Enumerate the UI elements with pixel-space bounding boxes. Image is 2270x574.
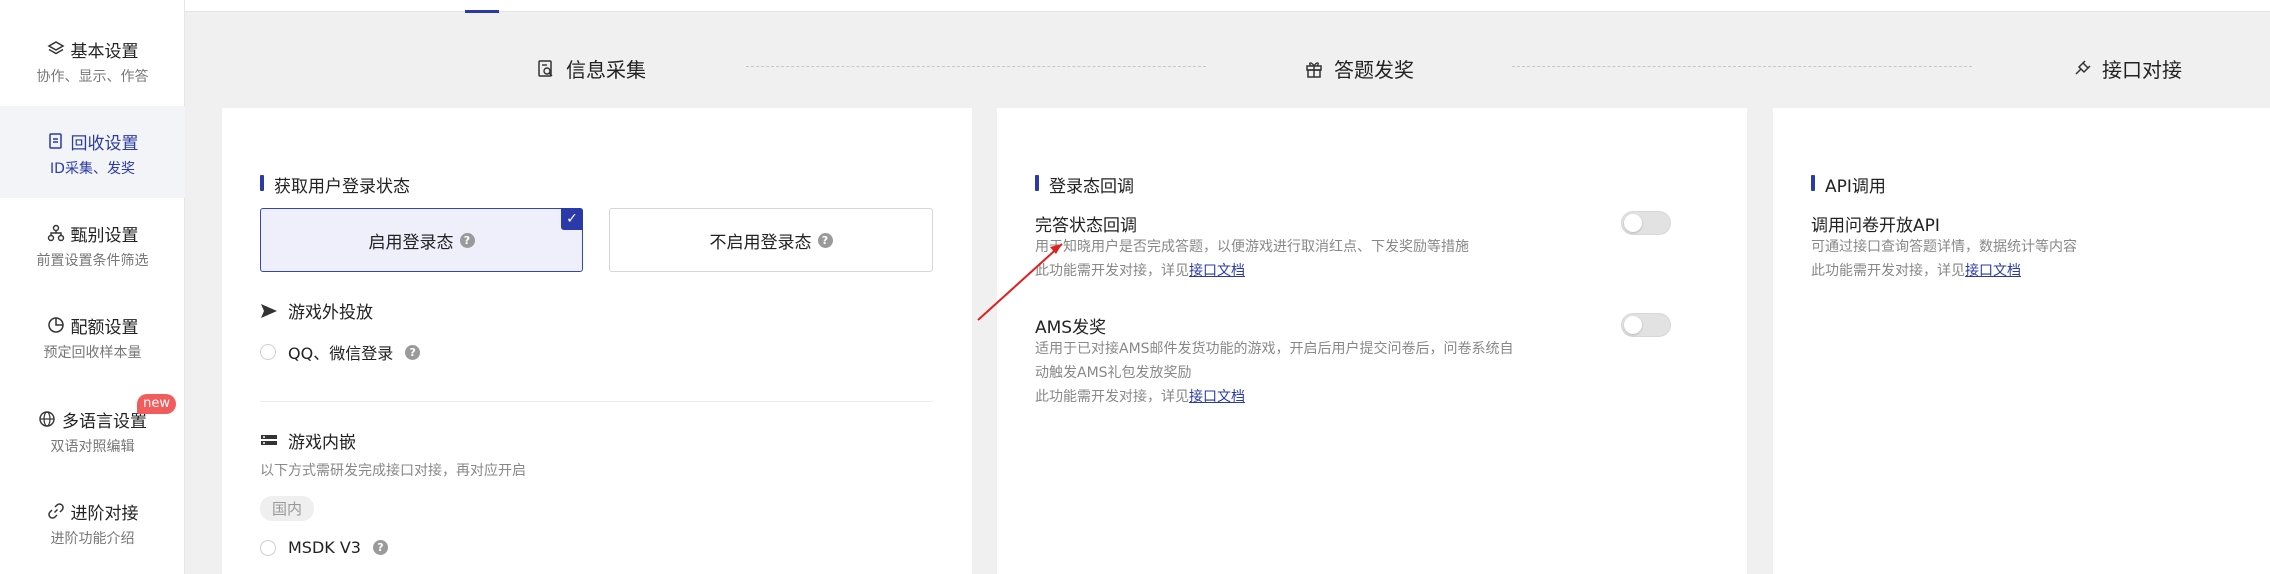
hierarchy-icon — [47, 224, 64, 242]
sidebar-item-label: 甄别设置 — [70, 225, 139, 246]
panel-api-integration: API调用 调用问卷开放API 可通过接口查询答题详情，数据统计等内容 此功能需… — [1773, 108, 2270, 574]
link-icon — [47, 503, 64, 519]
step-label: 答题发奖 — [1334, 58, 1414, 82]
help-icon[interactable]: ? — [817, 232, 833, 248]
send-icon — [261, 303, 277, 318]
item-description: 用于知晓用户是否完成答题，以便游戏进行取消红点、下发奖励等措施 — [1035, 239, 1469, 255]
radio-button[interactable] — [260, 344, 276, 360]
sidebar-item-sub: 预定回收样本量 — [43, 345, 142, 361]
help-icon[interactable]: ? — [459, 232, 475, 248]
region-tag: 国内 — [260, 496, 315, 521]
help-icon[interactable]: ? — [372, 540, 388, 555]
sidebar-item-sub: 双语对照编辑 — [50, 439, 135, 455]
sidebar-item-sub: 进阶功能介绍 — [50, 531, 135, 547]
sidebar-item-label: 基本设置 — [70, 41, 139, 62]
embed-note: 以下方式需研发完成接口对接，再对应开启 — [260, 463, 526, 479]
sidebar-item-basic[interactable]: 基本设置 协作、显示、作答 — [0, 0, 185, 90]
completion-callback-toggle[interactable] — [1621, 211, 1671, 235]
doc-search-icon — [538, 59, 553, 77]
section-title: 获取用户登录状态 — [260, 172, 410, 197]
item-description: 适用于已对接AMS邮件发货功能的游戏，开启后用户提交问卷后，问卷系统自 — [1035, 341, 1514, 357]
step-info-collection[interactable]: 信息采集 — [536, 54, 646, 83]
radio-label: MSDK V3 — [288, 538, 361, 557]
divider — [260, 401, 933, 402]
link-prefix: 此功能需开发对接，详见 — [1811, 263, 1965, 279]
step-answer-reward[interactable]: 答题发奖 — [1304, 54, 1414, 83]
layers-icon — [46, 41, 65, 55]
ams-reward-toggle[interactable] — [1621, 313, 1671, 337]
sidebar-item-label: 配额设置 — [70, 317, 139, 338]
disable-login-option[interactable]: 不启用登录态 ? — [609, 208, 933, 272]
item-link-line: 此功能需开发对接，详见接口文档 — [1035, 259, 1595, 283]
sidebar-item-collection[interactable]: 回收设置 ID采集、发奖 — [0, 106, 185, 198]
sidebar-item-sub: 协作、显示、作答 — [36, 69, 149, 85]
sidebar-item-sub: ID采集、发奖 — [50, 161, 135, 177]
msdk-v3-radio[interactable]: MSDK V3 ? — [260, 538, 388, 557]
api-doc-link[interactable]: 接口文档 — [1189, 389, 1245, 405]
server-icon — [261, 434, 277, 445]
radio-button[interactable] — [260, 539, 276, 556]
link-prefix: 此功能需开发对接，详见 — [1035, 389, 1189, 405]
panel-info-collection: 获取用户登录状态 启用登录态 ? ✓ 不启用登录态 ? 游戏外投放 QQ、微信登… — [222, 108, 972, 574]
item-link-line: 此功能需开发对接，详见接口文档 — [1811, 259, 2251, 283]
top-bar — [185, 0, 2270, 13]
section-title: API调用 — [1811, 172, 1886, 197]
document-icon — [48, 133, 62, 149]
ams-reward-desc: 适用于已对接AMS邮件发货功能的游戏，开启后用户提交问卷后，问卷系统自 动触发A… — [1035, 337, 1595, 409]
group-title-label: 游戏内嵌 — [288, 433, 356, 453]
sidebar-item-label: 多语言设置 — [62, 411, 147, 432]
sidebar-item-label: 进阶对接 — [70, 503, 139, 524]
group-title-label: 游戏外投放 — [288, 303, 373, 323]
step-connector — [746, 66, 1206, 67]
option-label: 不启用登录态 — [709, 232, 812, 253]
step-label: 信息采集 — [566, 58, 646, 82]
open-api-title: 调用问卷开放API — [1811, 216, 1940, 236]
sidebar-item-advanced[interactable]: 进阶对接 进阶功能介绍 — [0, 474, 185, 564]
item-description: 动触发AMS礼包发放奖励 — [1035, 365, 1192, 381]
sidebar-item-label: 回收设置 — [70, 133, 139, 154]
item-link-line: 此功能需开发对接，详见接口文档 — [1035, 385, 1595, 409]
new-badge: new — [137, 394, 176, 414]
sidebar: 基本设置 协作、显示、作答 回收设置 ID采集、发奖 甄别设置 前置设置条件筛选… — [0, 0, 185, 574]
option-label: 启用登录态 — [368, 232, 454, 253]
in-game-embed-title: 游戏内嵌 — [260, 428, 356, 453]
api-doc-link[interactable]: 接口文档 — [1965, 263, 2021, 279]
pie-chart-icon — [47, 317, 64, 333]
sidebar-item-sub: 前置设置条件筛选 — [36, 253, 149, 269]
api-doc-link[interactable]: 接口文档 — [1189, 263, 1245, 279]
step-connector — [1512, 66, 1972, 67]
open-api-desc: 可通过接口查询答题详情，数据统计等内容 此功能需开发对接，详见接口文档 — [1811, 235, 2251, 283]
step-label: 接口对接 — [2102, 58, 2182, 82]
external-delivery-title: 游戏外投放 — [260, 298, 373, 323]
completion-callback-desc: 用于知晓用户是否完成答题，以便游戏进行取消红点、下发奖励等措施 此功能需开发对接… — [1035, 235, 1595, 283]
sidebar-item-screening[interactable]: 甄别设置 前置设置条件筛选 — [0, 196, 185, 286]
enable-login-option[interactable]: 启用登录态 ? ✓ — [260, 208, 583, 272]
item-description: 可通过接口查询答题详情，数据统计等内容 — [1811, 239, 2077, 255]
help-icon[interactable]: ? — [405, 344, 421, 360]
panel-answer-reward: 登录态回调 完答状态回调 用于知晓用户是否完成答题，以便游戏进行取消红点、下发奖… — [997, 108, 1747, 574]
globe-icon — [39, 411, 55, 427]
step-api-integration[interactable]: 接口对接 — [2072, 54, 2182, 83]
plug-icon — [2075, 59, 2091, 75]
qq-wechat-login-radio[interactable]: QQ、微信登录 ? — [260, 340, 421, 364]
gift-icon — [1306, 61, 1322, 78]
sidebar-item-quota[interactable]: 配额设置 预定回收样本量 — [0, 288, 185, 378]
radio-label: QQ、微信登录 — [288, 344, 394, 363]
check-icon: ✓ — [561, 208, 583, 230]
active-tab-indicator — [465, 10, 499, 13]
annotation-arrow — [977, 243, 1063, 321]
section-title: 登录态回调 — [1035, 172, 1134, 197]
